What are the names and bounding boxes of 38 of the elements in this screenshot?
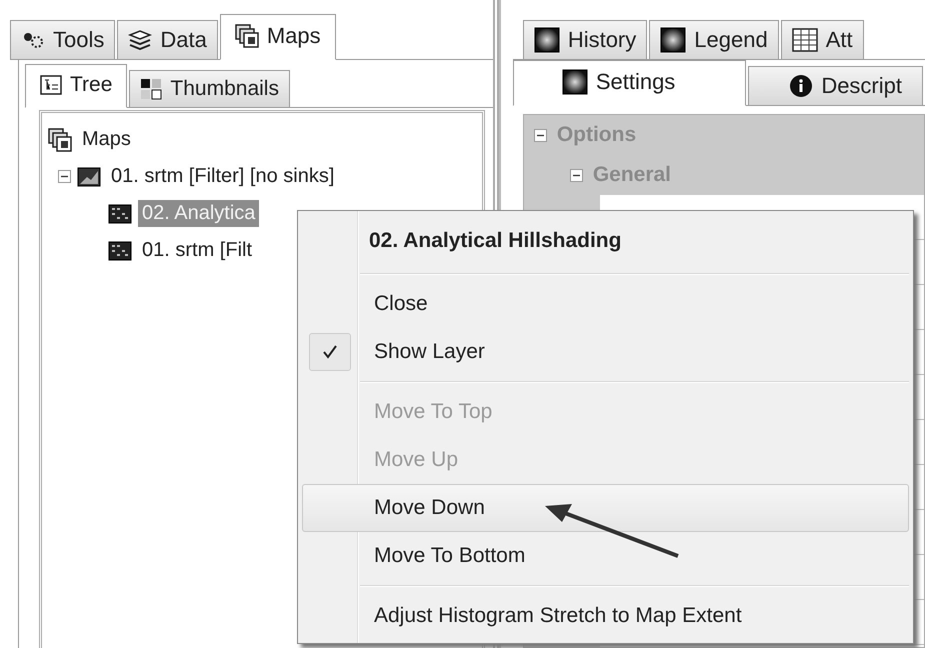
collapse-toggle[interactable] [570, 168, 583, 182]
tree-item[interactable]: 01. srtm [Filt [138, 237, 256, 264]
menu-item[interactable]: Move Down [302, 484, 909, 532]
grid-layer-icon [108, 240, 132, 260]
info-icon [789, 74, 814, 98]
tab[interactable]: Descript [748, 66, 923, 106]
tab[interactable]: Tree [25, 64, 128, 108]
raster-square-icon [660, 27, 686, 53]
raster-square-icon [534, 27, 560, 53]
stacked-windows-icon [234, 24, 259, 48]
tab[interactable]: Data [117, 20, 218, 60]
layers-icon [128, 30, 152, 50]
tab[interactable]: Maps [220, 14, 336, 60]
menu-title: 02. Analytical Hillshading [368, 228, 622, 254]
menu-item[interactable]: Close [302, 280, 909, 328]
stacked-windows-icon [48, 128, 72, 152]
tab[interactable]: Legend [649, 20, 779, 60]
menu-item[interactable]: Show Layer [302, 328, 909, 376]
tab[interactable]: History [522, 20, 648, 60]
group-label: General [592, 163, 672, 187]
tree-item[interactable]: 01. srtm [Filter] [no sinks] [107, 163, 338, 190]
tab[interactable]: Tools [10, 20, 116, 60]
tab[interactable]: Thumbnails [129, 70, 290, 108]
grid-layer-icon [108, 204, 132, 224]
group-label: Options [556, 123, 636, 147]
tab[interactable]: Att [780, 20, 864, 60]
tree-list-icon [40, 75, 62, 95]
tab[interactable]: Settings [512, 60, 746, 106]
table-icon [792, 28, 818, 52]
collapse-toggle[interactable] [534, 128, 547, 142]
gears-icon [21, 30, 45, 50]
raster-layer-icon [77, 166, 101, 186]
tree-item[interactable]: Maps [78, 126, 135, 153]
menu-item[interactable]: Adjust Histogram Stretch to Map Extent [302, 592, 909, 640]
collapse-toggle[interactable] [58, 170, 71, 183]
raster-square-icon [562, 69, 588, 95]
thumbnails-icon [140, 78, 162, 100]
menu-item[interactable]: Move To Bottom [302, 532, 909, 580]
